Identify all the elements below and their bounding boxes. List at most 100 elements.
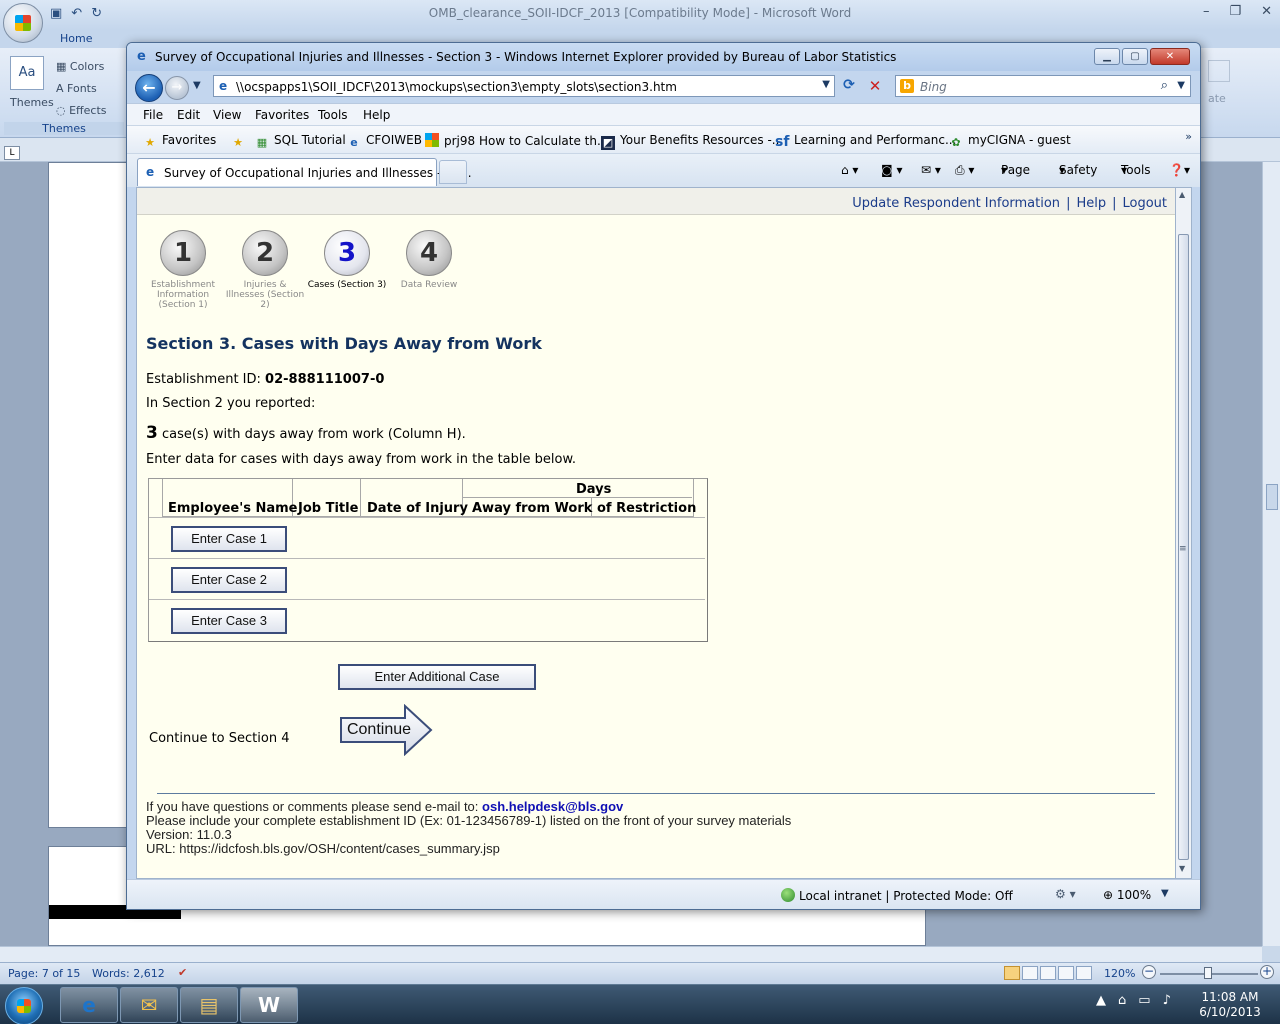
outlook-icon[interactable]: ✉ bbox=[120, 987, 178, 1023]
security-zone[interactable]: Local intranet | Protected Mode: Off bbox=[781, 888, 1013, 903]
update-respondent-link[interactable]: Update Respondent Information bbox=[852, 196, 1060, 211]
favorite-mycigna[interactable]: ✿ myCIGNA - guest bbox=[949, 133, 1070, 150]
back-button[interactable]: ← bbox=[135, 74, 163, 102]
maximize-icon[interactable]: ▢ bbox=[1122, 48, 1148, 65]
word-count[interactable]: Words: 2,612 bbox=[92, 967, 165, 980]
close-icon[interactable]: ✕ bbox=[1261, 4, 1272, 19]
favorite-learning[interactable]: sf Learning and Performanc... bbox=[775, 133, 956, 149]
volume-icon[interactable]: ♪ bbox=[1163, 993, 1171, 1008]
tools-menu[interactable]: Tools ▾ bbox=[1121, 163, 1151, 177]
protected-mode-icon[interactable]: ⚙ ▾ bbox=[1055, 887, 1076, 901]
minimize-icon[interactable]: ▁ bbox=[1094, 48, 1120, 65]
address-bar[interactable]: e \\ocspapps1\SOII_IDCF\2013\mockups\sec… bbox=[213, 75, 835, 97]
web-layout-icon[interactable] bbox=[1040, 966, 1056, 980]
step-2[interactable]: 2 Injuries & Illnesses (Section 2) bbox=[225, 230, 305, 310]
favorite-prj98[interactable]: prj98 How to Calculate th... bbox=[425, 133, 608, 148]
home-icon[interactable]: ⌂ ▾ bbox=[841, 163, 858, 177]
enter-case-2-button[interactable]: Enter Case 2 bbox=[171, 567, 287, 593]
tab-home[interactable]: Home bbox=[60, 32, 92, 45]
address-input[interactable]: \\ocspapps1\SOII_IDCF\2013\mockups\secti… bbox=[236, 80, 677, 94]
office-button[interactable] bbox=[3, 3, 43, 43]
scroll-up-icon[interactable]: ▲ bbox=[1179, 190, 1185, 199]
enter-additional-case-button[interactable]: Enter Additional Case bbox=[338, 664, 536, 690]
forward-button[interactable]: → bbox=[165, 76, 189, 100]
search-box[interactable]: b Bing ⌕ ▼ bbox=[895, 75, 1191, 97]
effects-button[interactable]: ◌ Effects bbox=[56, 104, 107, 117]
print-layout-icon[interactable] bbox=[1004, 966, 1020, 980]
search-input[interactable]: Bing bbox=[920, 80, 947, 94]
proofing-icon[interactable]: ✔ bbox=[178, 966, 187, 979]
draft-icon[interactable] bbox=[1076, 966, 1092, 980]
themes-icon[interactable]: Aa bbox=[10, 56, 44, 90]
add-favorite-icon[interactable]: ★ bbox=[231, 133, 250, 150]
menu-favorites[interactable]: Favorites bbox=[255, 108, 309, 122]
restore-icon[interactable]: ❐ bbox=[1229, 4, 1241, 19]
fonts-button[interactable]: A Fonts bbox=[56, 82, 97, 95]
enter-case-3-button[interactable]: Enter Case 3 bbox=[171, 608, 287, 634]
colors-button[interactable]: ▦ Colors bbox=[56, 60, 104, 73]
print-icon[interactable]: ⎙ ▾ bbox=[955, 163, 974, 178]
refresh-icon[interactable]: ⟳ bbox=[839, 77, 859, 95]
enter-case-1-button[interactable]: Enter Case 1 bbox=[171, 526, 287, 552]
show-hidden-icon[interactable]: ▲ bbox=[1096, 993, 1106, 1008]
chevron-down-icon[interactable]: ▼ bbox=[1177, 80, 1185, 91]
page-vertical-scrollbar[interactable]: ▲ ≡ ▼ bbox=[1176, 187, 1192, 879]
safety-menu[interactable]: Safety ▾ bbox=[1059, 163, 1097, 177]
tab-selector-icon[interactable]: L bbox=[4, 146, 20, 160]
menu-help[interactable]: Help bbox=[363, 108, 390, 122]
close-icon[interactable]: ✕ bbox=[1150, 48, 1190, 65]
network-icon[interactable]: ⌂ bbox=[1118, 993, 1126, 1008]
redo-icon[interactable]: ↻ bbox=[91, 6, 102, 21]
minimize-icon[interactable]: – bbox=[1203, 4, 1210, 19]
history-dropdown-icon[interactable]: ▼ bbox=[193, 80, 201, 91]
continue-button[interactable]: Continue bbox=[339, 704, 433, 756]
word-vertical-scrollbar[interactable] bbox=[1262, 162, 1280, 946]
mail-icon[interactable]: ✉ ▾ bbox=[921, 163, 941, 177]
page-count[interactable]: Page: 7 of 15 bbox=[8, 967, 80, 980]
help-link[interactable]: Help bbox=[1076, 196, 1106, 211]
full-screen-icon[interactable] bbox=[1022, 966, 1038, 980]
feeds-icon[interactable]: ◙ ▾ bbox=[881, 163, 902, 177]
new-tab-button[interactable] bbox=[439, 160, 467, 184]
page-menu[interactable]: Page ▾ bbox=[1001, 163, 1030, 177]
word-horizontal-scrollbar[interactable] bbox=[0, 946, 1262, 962]
chevron-down-icon[interactable]: ▼ bbox=[822, 79, 830, 90]
stop-icon[interactable]: ✕ bbox=[865, 77, 885, 95]
help-icon[interactable]: ❓▾ bbox=[1169, 163, 1190, 177]
zoom-out-icon[interactable]: − bbox=[1142, 965, 1156, 979]
favorite-benefits[interactable]: ◩ Your Benefits Resources -... bbox=[601, 133, 783, 150]
zoom-in-icon[interactable]: + bbox=[1260, 965, 1274, 979]
outline-icon[interactable] bbox=[1058, 966, 1074, 980]
chevron-down-icon[interactable]: ▼ bbox=[1161, 888, 1169, 899]
chevron-right-icon[interactable]: » bbox=[1185, 130, 1192, 143]
menu-tools[interactable]: Tools bbox=[318, 108, 348, 122]
themes-button[interactable]: Themes bbox=[10, 96, 54, 109]
step-1[interactable]: 1 Establishment Information (Section 1) bbox=[143, 230, 223, 310]
helpdesk-email-link[interactable]: osh.helpdesk@bls.gov bbox=[482, 799, 623, 814]
zoom-slider-thumb[interactable] bbox=[1204, 967, 1212, 979]
scroll-thumb[interactable] bbox=[1266, 484, 1278, 510]
logout-link[interactable]: Logout bbox=[1122, 196, 1167, 211]
favorite-sql-tutorial[interactable]: ▦ SQL Tutorial bbox=[255, 133, 346, 150]
browser-tab[interactable]: e Survey of Occupational Injuries and Il… bbox=[137, 158, 472, 186]
search-icon[interactable]: ⌕ bbox=[1161, 78, 1168, 93]
favorites-button[interactable]: ★ Favorites bbox=[143, 133, 216, 150]
menu-file[interactable]: File bbox=[143, 108, 163, 122]
undo-icon[interactable]: ↶ bbox=[71, 6, 82, 21]
step-3[interactable]: 3 Cases (Section 3) bbox=[307, 230, 387, 290]
menu-view[interactable]: View bbox=[213, 108, 241, 122]
clock[interactable]: 11:08 AM 6/10/2013 bbox=[1190, 990, 1270, 1020]
start-button[interactable] bbox=[5, 987, 43, 1024]
scroll-down-icon[interactable]: ▼ bbox=[1179, 864, 1185, 873]
file-explorer-icon[interactable]: ▤ bbox=[180, 987, 238, 1023]
step-3-label: Cases (Section 3) bbox=[307, 280, 387, 290]
page-zoom[interactable]: ⊕ 100% bbox=[1103, 888, 1151, 902]
zoom-level[interactable]: 120% bbox=[1104, 967, 1135, 980]
favorite-cfoiweb[interactable]: e CFOIWEB bbox=[347, 133, 422, 150]
internet-explorer-icon[interactable]: e bbox=[60, 987, 118, 1023]
display-icon[interactable]: ▭ bbox=[1138, 993, 1150, 1008]
menu-edit[interactable]: Edit bbox=[177, 108, 200, 122]
word-icon[interactable]: W bbox=[240, 987, 298, 1023]
step-4[interactable]: 4 Data Review bbox=[389, 230, 469, 290]
save-icon[interactable]: ▣ bbox=[50, 6, 62, 21]
